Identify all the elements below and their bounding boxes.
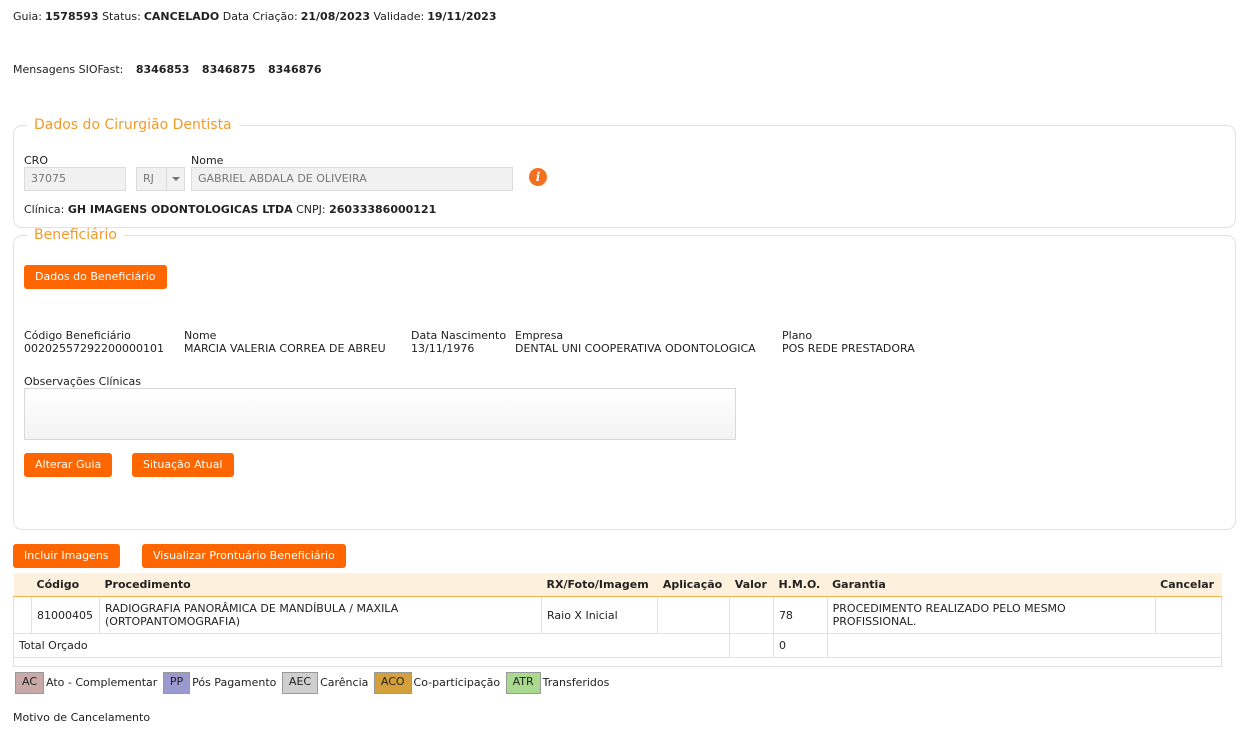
alter-guide-button[interactable]: Alterar Guia bbox=[24, 453, 113, 477]
clinical-notes-textarea[interactable] bbox=[24, 388, 736, 440]
cell-procedure: RADIOGRAFIA PANORÂMICA DE MANDÍBULA / MA… bbox=[99, 596, 542, 634]
total-hmo: 0 bbox=[772, 633, 828, 658]
legend-label: Co-participação bbox=[413, 676, 501, 689]
siofast-label: Mensagens SIOFast: bbox=[13, 63, 124, 76]
siofast-message-id: 8346853 bbox=[135, 63, 190, 76]
info-icon[interactable]: i bbox=[529, 168, 547, 186]
legend-item-pp: PP Pós Pagamento bbox=[162, 672, 277, 694]
validity-label: Validade: bbox=[373, 10, 425, 23]
plan-label: Plano bbox=[782, 329, 813, 342]
view-record-button[interactable]: Visualizar Prontuário Beneficiário bbox=[142, 544, 346, 568]
beneficiary-name-value: MARCIA VALERIA CORREA DE ABREU bbox=[184, 342, 386, 355]
cro-label: CRO bbox=[24, 154, 48, 167]
company-value: DENTAL UNI COOPERATIVA ODONTOLOGICA bbox=[515, 342, 756, 355]
current-status-button[interactable]: Situação Atual bbox=[132, 453, 234, 477]
siofast-message-id: 8346876 bbox=[268, 63, 322, 76]
dentist-section-title: Dados do Cirurgião Dentista bbox=[34, 117, 232, 133]
col-header-guarantee: Garantia bbox=[827, 573, 1156, 597]
legend-item-aec: AEC Carência bbox=[281, 672, 369, 694]
total-label: Total Orçado bbox=[12, 633, 731, 658]
col-header-hmo: H.M.O. bbox=[773, 573, 828, 597]
col-header-procedure: Procedimento bbox=[99, 573, 542, 597]
legend-item-atr: ATR Transferidos bbox=[505, 672, 610, 694]
beneficiary-code-value: 00202557292200000101 bbox=[24, 342, 164, 355]
cell-hmo: 78 bbox=[772, 596, 828, 634]
legend-badge: ATR bbox=[505, 672, 541, 694]
beneficiary-code-label: Código Beneficiário bbox=[24, 329, 131, 342]
legend-badge: PP bbox=[162, 672, 191, 694]
plan-value: POS REDE PRESTADORA bbox=[782, 342, 915, 355]
col-header-select bbox=[13, 573, 32, 597]
legend-item-aco: ACO Co-participação bbox=[373, 672, 501, 694]
legend-badge: AEC bbox=[281, 672, 319, 694]
dentist-name-field[interactable]: GABRIEL ABDALA DE OLIVEIRA bbox=[191, 167, 513, 191]
cnpj-value: 26033386000121 bbox=[329, 203, 437, 216]
legend-label: Carência bbox=[320, 676, 369, 689]
siofast-message-id: 8346875 bbox=[201, 63, 256, 76]
total-value bbox=[729, 633, 774, 658]
creation-date-value: 21/08/2023 bbox=[300, 10, 370, 23]
cell-code: 81000405 bbox=[31, 596, 100, 634]
beneficiary-data-button[interactable]: Dados do Beneficiário bbox=[24, 265, 167, 289]
clinic-label: Clínica: bbox=[24, 203, 65, 216]
cnpj-label: CNPJ: bbox=[296, 203, 326, 216]
col-header-cancel: Cancelar bbox=[1155, 573, 1222, 597]
col-header-value: Valor bbox=[729, 573, 774, 597]
total-empty bbox=[826, 633, 1223, 658]
cell-application bbox=[657, 596, 731, 634]
status-label: Status: bbox=[102, 10, 141, 23]
guia-number: 1578593 bbox=[45, 10, 99, 23]
uf-select-value: RJ bbox=[143, 172, 154, 185]
birth-date-value: 13/11/1976 bbox=[411, 342, 475, 355]
legend-label: Ato - Complementar bbox=[46, 676, 158, 689]
clinical-notes-label: Observações Clínicas bbox=[24, 375, 142, 388]
chevron-down-icon bbox=[166, 168, 184, 190]
cell-value bbox=[729, 596, 774, 634]
creation-date-label: Data Criação: bbox=[222, 10, 298, 23]
status-value: CANCELADO bbox=[143, 10, 220, 23]
cro-field[interactable]: 37075 bbox=[24, 167, 126, 191]
legend-badge: AC bbox=[15, 672, 45, 694]
legend-label: Pós Pagamento bbox=[192, 676, 277, 689]
clinic-name: GH IMAGENS ODONTOLOGICAS LTDA bbox=[67, 203, 293, 216]
col-header-code: Código bbox=[31, 573, 100, 597]
birth-date-label: Data Nascimento bbox=[411, 329, 507, 342]
validity-value: 19/11/2023 bbox=[427, 10, 497, 23]
legend-label: Transferidos bbox=[542, 676, 610, 689]
siofast-messages: Mensagens SIOFast: 8346853 8346875 83468… bbox=[13, 63, 322, 76]
uf-select[interactable]: RJ bbox=[136, 167, 185, 191]
guia-label: Guia: bbox=[13, 10, 42, 23]
dentist-name-label: Nome bbox=[191, 154, 224, 167]
cancel-reason-label: Motivo de Cancelamento bbox=[13, 711, 151, 724]
table-row: 81000405 RADIOGRAFIA PANORÂMICA DE MANDÍ… bbox=[13, 596, 1223, 634]
beneficiary-name-label: Nome bbox=[184, 329, 217, 342]
row-select-cell[interactable] bbox=[13, 596, 32, 634]
table-header-row: Código Procedimento RX/Foto/Imagem Aplic… bbox=[13, 573, 1222, 597]
company-label: Empresa bbox=[515, 329, 564, 342]
legend-badge: ACO bbox=[373, 672, 412, 694]
beneficiary-section: Beneficiário bbox=[13, 227, 1236, 530]
table-footer-spacer bbox=[13, 657, 1222, 667]
cell-guarantee: PROCEDIMENTO REALIZADO PELO MESMO PROFIS… bbox=[826, 596, 1156, 634]
total-row: Total Orçado 0 bbox=[12, 633, 1223, 658]
col-header-application: Aplicação bbox=[657, 573, 730, 597]
clinic-info: Clínica: GH IMAGENS ODONTOLOGICAS LTDA C… bbox=[24, 203, 436, 216]
procedures-table: Código Procedimento RX/Foto/Imagem Aplic… bbox=[12, 573, 1223, 667]
beneficiary-section-title: Beneficiário bbox=[34, 227, 117, 243]
legend-item-ac: AC Ato - Complementar bbox=[15, 672, 157, 694]
cell-rx: Raio X Inicial bbox=[540, 596, 659, 634]
col-header-rx: RX/Foto/Imagem bbox=[541, 573, 658, 597]
guide-summary: Guia: 1578593 Status: CANCELADO Data Criaç… bbox=[13, 10, 496, 23]
cell-cancel[interactable] bbox=[1154, 596, 1223, 634]
include-images-button[interactable]: Incluir Imagens bbox=[13, 544, 120, 568]
status-legend: AC Ato - Complementar PP Pós Pagamento AEC… bbox=[15, 672, 611, 694]
